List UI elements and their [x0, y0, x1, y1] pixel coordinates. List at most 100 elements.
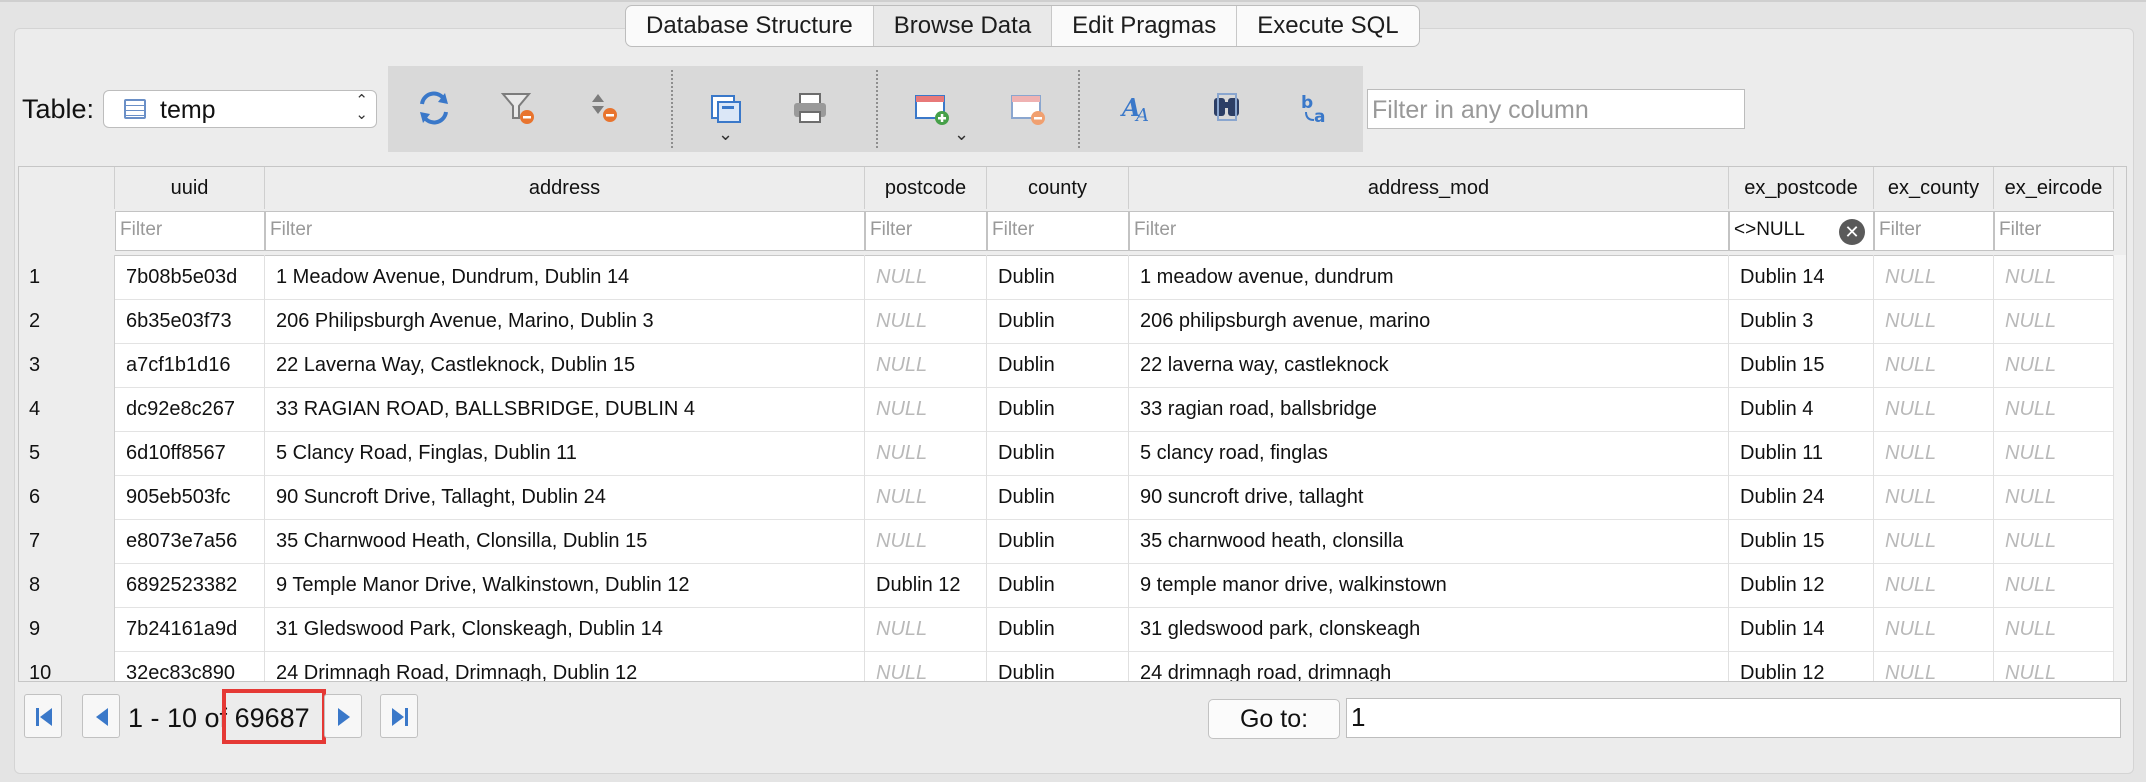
- table-row[interactable]: 9 7b24161a9d 31 Gledswood Park, Clonskeagh…: [19, 607, 2126, 652]
- table-cell[interactable]: NULL: [865, 387, 987, 431]
- table-cell[interactable]: NULL: [865, 299, 987, 343]
- table-cell[interactable]: NULL: [1874, 343, 1994, 387]
- table-cell[interactable]: NULL: [865, 651, 987, 681]
- table-cell[interactable]: Dublin: [987, 255, 1129, 299]
- tab-edit-pragmas[interactable]: Edit Pragmas: [1052, 6, 1238, 46]
- table-cell[interactable]: Dublin 14: [1729, 255, 1874, 299]
- column-header-postcode[interactable]: postcode: [865, 167, 987, 209]
- table-cell[interactable]: 6892523382: [115, 563, 265, 607]
- table-cell[interactable]: NULL: [865, 475, 987, 519]
- table-cell[interactable]: 90 suncroft drive, tallaght: [1129, 475, 1729, 519]
- table-row[interactable]: 4 dc92e8c267 33 RAGIAN ROAD, BALLSBRIDGE, …: [19, 387, 2126, 432]
- table-cell[interactable]: 9 temple manor drive, walkinstown: [1129, 563, 1729, 607]
- tab-database-structure[interactable]: Database Structure: [626, 6, 874, 46]
- row-number[interactable]: 4: [19, 387, 115, 431]
- filter-input-county[interactable]: Filter: [987, 211, 1129, 251]
- table-cell[interactable]: NULL: [1874, 651, 1994, 681]
- table-cell[interactable]: NULL: [865, 607, 987, 651]
- table-cell[interactable]: Dublin 14: [1729, 607, 1874, 651]
- row-number[interactable]: 6: [19, 475, 115, 519]
- table-cell[interactable]: Dublin: [987, 343, 1129, 387]
- table-cell[interactable]: Dublin 4: [1729, 387, 1874, 431]
- table-cell[interactable]: NULL: [1994, 255, 2114, 299]
- clear-filter-icon[interactable]: ✕: [1839, 219, 1865, 245]
- column-header-uuid[interactable]: uuid: [115, 167, 265, 209]
- table-cell[interactable]: 1 meadow avenue, dundrum: [1129, 255, 1729, 299]
- table-cell[interactable]: NULL: [1994, 475, 2114, 519]
- table-cell[interactable]: NULL: [1874, 255, 1994, 299]
- refresh-icon[interactable]: [414, 88, 454, 128]
- table-cell[interactable]: NULL: [865, 343, 987, 387]
- column-header-address[interactable]: address: [265, 167, 865, 209]
- table-cell[interactable]: Dublin 12: [1729, 651, 1874, 681]
- last-page-button[interactable]: [380, 694, 418, 738]
- row-number[interactable]: 9: [19, 607, 115, 651]
- table-cell[interactable]: Dublin: [987, 475, 1129, 519]
- table-cell[interactable]: 22 Laverna Way, Castleknock, Dublin 15: [265, 343, 865, 387]
- row-number-header[interactable]: [19, 167, 115, 209]
- save-table-icon[interactable]: [706, 88, 746, 128]
- table-cell[interactable]: NULL: [1994, 299, 2114, 343]
- vertical-scrollbar[interactable]: [2113, 255, 2126, 681]
- table-cell[interactable]: Dublin: [987, 431, 1129, 475]
- tab-execute-sql[interactable]: Execute SQL: [1237, 6, 1418, 46]
- table-cell[interactable]: Dublin 24: [1729, 475, 1874, 519]
- table-cell[interactable]: 905eb503fc: [115, 475, 265, 519]
- table-cell[interactable]: e8073e7a56: [115, 519, 265, 563]
- find-replace-icon[interactable]: ba: [1298, 88, 1338, 128]
- table-cell[interactable]: NULL: [1994, 607, 2114, 651]
- filter-input-ex-eircode[interactable]: Filter: [1994, 211, 2114, 251]
- table-cell[interactable]: NULL: [1874, 299, 1994, 343]
- table-cell[interactable]: 33 ragian road, ballsbridge: [1129, 387, 1729, 431]
- table-cell[interactable]: NULL: [865, 431, 987, 475]
- save-dropdown-chevron-icon[interactable]: ⌄: [718, 124, 733, 145]
- table-row[interactable]: 8 6892523382 9 Temple Manor Drive, Walkins…: [19, 563, 2126, 608]
- table-cell[interactable]: NULL: [1874, 519, 1994, 563]
- table-cell[interactable]: 24 Drimnagh Road, Drimnagh, Dublin 12: [265, 651, 865, 681]
- table-row[interactable]: 1 7b08b5e03d 1 Meadow Avenue, Dundrum, Dub…: [19, 255, 2126, 300]
- table-row[interactable]: 2 6b35e03f73 206 Philipsburgh Avenue, Mari…: [19, 299, 2126, 344]
- table-cell[interactable]: NULL: [1874, 387, 1994, 431]
- table-select[interactable]: temp ⌃ ⌄: [103, 90, 377, 128]
- filter-input-address[interactable]: Filter: [265, 211, 865, 251]
- table-row[interactable]: 10 32ec83c890 24 Drimnagh Road, Drimnagh, …: [19, 651, 2126, 681]
- first-page-button[interactable]: [24, 694, 62, 738]
- table-cell[interactable]: 9 Temple Manor Drive, Walkinstown, Dubli…: [265, 563, 865, 607]
- next-page-button[interactable]: [324, 694, 362, 738]
- row-number[interactable]: 2: [19, 299, 115, 343]
- table-cell[interactable]: NULL: [1994, 651, 2114, 681]
- table-cell[interactable]: NULL: [1994, 387, 2114, 431]
- row-number[interactable]: 10: [19, 651, 115, 681]
- table-cell[interactable]: Dublin: [987, 387, 1129, 431]
- column-header-ex-eircode[interactable]: ex_eircode: [1994, 167, 2114, 209]
- table-cell[interactable]: NULL: [1994, 343, 2114, 387]
- find-icon[interactable]: [1208, 88, 1248, 128]
- table-cell[interactable]: 24 drimnagh road, drimnagh: [1129, 651, 1729, 681]
- table-cell[interactable]: 22 laverna way, castleknock: [1129, 343, 1729, 387]
- table-cell[interactable]: Dublin 11: [1729, 431, 1874, 475]
- table-cell[interactable]: NULL: [1874, 475, 1994, 519]
- table-cell[interactable]: NULL: [1874, 431, 1994, 475]
- table-cell[interactable]: Dublin: [987, 299, 1129, 343]
- delete-record-icon[interactable]: [1008, 88, 1048, 128]
- table-cell[interactable]: 5 Clancy Road, Finglas, Dublin 11: [265, 431, 865, 475]
- column-header-county[interactable]: county: [987, 167, 1129, 209]
- row-number[interactable]: 3: [19, 343, 115, 387]
- clear-filters-icon[interactable]: [499, 88, 539, 128]
- table-cell[interactable]: NULL: [1874, 607, 1994, 651]
- table-cell[interactable]: Dublin: [987, 651, 1129, 681]
- table-cell[interactable]: 31 gledswood park, clonskeagh: [1129, 607, 1729, 651]
- table-cell[interactable]: NULL: [1994, 563, 2114, 607]
- table-cell[interactable]: NULL: [1994, 431, 2114, 475]
- row-number[interactable]: 8: [19, 563, 115, 607]
- insert-record-icon[interactable]: [912, 88, 952, 128]
- tab-browse-data[interactable]: Browse Data: [873, 6, 1053, 46]
- table-cell[interactable]: 1 Meadow Avenue, Dundrum, Dublin 14: [265, 255, 865, 299]
- table-cell[interactable]: Dublin: [987, 607, 1129, 651]
- row-number[interactable]: 7: [19, 519, 115, 563]
- column-header-address-mod[interactable]: address_mod: [1129, 167, 1729, 209]
- row-number[interactable]: 5: [19, 431, 115, 475]
- table-cell[interactable]: a7cf1b1d16: [115, 343, 265, 387]
- insert-dropdown-chevron-icon[interactable]: ⌄: [954, 124, 969, 145]
- table-cell[interactable]: NULL: [865, 519, 987, 563]
